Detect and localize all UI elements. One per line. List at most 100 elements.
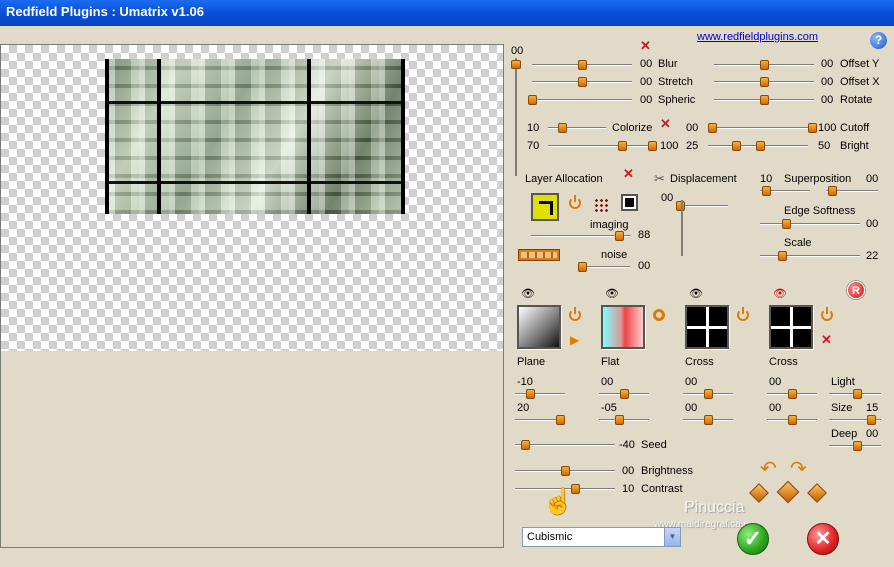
- layer-value: 00: [685, 402, 698, 414]
- rotate-label: Rotate: [840, 94, 873, 106]
- layer-name: Flat: [601, 356, 620, 368]
- layer-value: -05: [601, 402, 617, 414]
- deep-slider[interactable]: [829, 441, 881, 451]
- blur-slider[interactable]: [532, 60, 632, 70]
- cutoff-max-value: 100: [818, 122, 837, 134]
- brightness-label: Brightness: [641, 465, 693, 477]
- layer-reset-icon[interactable]: ✕: [623, 167, 634, 180]
- cross2-reset-icon[interactable]: ✕: [821, 333, 832, 346]
- layer-value: 00: [769, 376, 782, 388]
- dots-grid-icon[interactable]: [594, 198, 608, 212]
- stretch-slider[interactable]: [532, 77, 632, 87]
- preset-value: Cubismic: [527, 531, 573, 543]
- superposition-max-value: 00: [866, 173, 879, 185]
- rotate-value: 00: [821, 94, 834, 106]
- noise-slider[interactable]: [578, 262, 630, 272]
- stretch-label: Stretch: [658, 76, 693, 88]
- offsetx-value: 00: [821, 76, 834, 88]
- offsety-label: Offset Y: [840, 58, 880, 70]
- colorize-range-slider[interactable]: [548, 141, 657, 151]
- layer-value: 00: [769, 402, 782, 414]
- cross-swatch-1[interactable]: [685, 305, 729, 349]
- offsety-slider[interactable]: [714, 60, 814, 70]
- superposition-slider-a[interactable]: [760, 186, 810, 196]
- rotate-icon[interactable]: [569, 307, 581, 321]
- bright-slider[interactable]: [708, 141, 808, 151]
- cancel-button[interactable]: ✕: [807, 523, 839, 555]
- edge-softness-slider[interactable]: [760, 219, 860, 229]
- help-icon[interactable]: ?: [870, 32, 887, 49]
- displacement-v-slider[interactable]: [677, 200, 687, 256]
- brightness-slider[interactable]: [515, 466, 615, 476]
- reset-x-icon[interactable]: ✕: [640, 39, 651, 52]
- window-title: Redfield Plugins : Umatrix v1.06: [6, 4, 204, 19]
- colorize-slider[interactable]: [548, 123, 606, 133]
- layer-slider[interactable]: [767, 389, 817, 399]
- seed-slider[interactable]: [515, 440, 615, 450]
- layer-allocation-swatch[interactable]: [531, 193, 559, 221]
- eye-off-icon[interactable]: 👁: [773, 287, 787, 300]
- layer-slider[interactable]: [683, 389, 733, 399]
- title-bar: Redfield Plugins : Umatrix v1.06: [0, 0, 894, 26]
- bright-min-value: 25: [686, 140, 699, 152]
- ok-button[interactable]: ✓: [737, 523, 769, 555]
- scale-label: Scale: [784, 237, 812, 249]
- target-icon[interactable]: [653, 309, 665, 321]
- eye-icon[interactable]: 👁: [689, 287, 703, 300]
- cross2-power-icon[interactable]: [821, 307, 833, 321]
- rotate-slider[interactable]: [714, 95, 814, 105]
- scissors-icon[interactable]: ✂: [654, 171, 665, 187]
- layer-power-icon[interactable]: [569, 195, 581, 209]
- cutoff-slider[interactable]: [708, 123, 817, 133]
- layer-value: 00: [601, 376, 614, 388]
- edge-softness-label: Edge Softness: [784, 205, 856, 217]
- size-value: 15: [866, 402, 879, 414]
- imaging-value: 88: [638, 229, 651, 241]
- preview-image: [105, 59, 405, 214]
- dice-icon[interactable]: [807, 483, 827, 503]
- layer-slider[interactable]: [683, 415, 733, 425]
- vertical-slider[interactable]: [511, 58, 521, 176]
- light-slider[interactable]: [829, 389, 881, 399]
- eye-icon[interactable]: 👁: [605, 287, 619, 300]
- layer-slider[interactable]: [515, 389, 565, 399]
- offsetx-label: Offset X: [840, 76, 880, 88]
- spheric-slider[interactable]: [528, 95, 632, 105]
- preview-pane[interactable]: [0, 44, 504, 548]
- deep-label: Deep: [831, 428, 858, 440]
- plane-swatch[interactable]: [517, 305, 561, 349]
- chevron-down-icon[interactable]: ▼: [664, 528, 680, 546]
- flat-swatch[interactable]: [601, 305, 645, 349]
- imaging-slider[interactable]: [531, 231, 631, 241]
- colorize-reset-icon[interactable]: ✕: [660, 117, 671, 130]
- scale-slider[interactable]: [760, 251, 860, 261]
- redo-arrow-icon[interactable]: ↷: [790, 456, 807, 481]
- layer-slider[interactable]: [515, 415, 565, 425]
- displacement-label: Displacement: [670, 173, 737, 185]
- offsetx-slider[interactable]: [714, 77, 814, 87]
- spheric-value: 00: [640, 94, 653, 106]
- cross-swatch-2[interactable]: [769, 305, 813, 349]
- redfield-link[interactable]: www.redfieldplugins.com: [697, 31, 818, 43]
- dice-icon[interactable]: [776, 480, 800, 504]
- dice-icon[interactable]: [749, 483, 769, 503]
- vertical-value: 00: [511, 45, 524, 57]
- noise-value: 00: [638, 260, 651, 272]
- noise-bar-icon[interactable]: [518, 249, 560, 261]
- layer-slider[interactable]: [599, 415, 649, 425]
- play-icon[interactable]: ▶: [570, 333, 579, 347]
- eye-icon[interactable]: 👁: [521, 287, 535, 300]
- r-reset-button[interactable]: R: [847, 281, 865, 299]
- black-square-icon[interactable]: [621, 194, 638, 211]
- blur-label: Blur: [658, 58, 678, 70]
- colorize-max-value: 100: [660, 140, 679, 152]
- cross1-power-icon[interactable]: [737, 307, 749, 321]
- spheric-label: Spheric: [658, 94, 696, 106]
- cutoff-min-value: 00: [686, 122, 699, 134]
- undo-arrow-icon[interactable]: ↶: [760, 456, 777, 481]
- size-slider[interactable]: [829, 415, 881, 425]
- layer-slider[interactable]: [767, 415, 817, 425]
- preset-select[interactable]: Cubismic ▼: [522, 527, 681, 547]
- superposition-slider-b[interactable]: [826, 186, 878, 196]
- layer-slider[interactable]: [599, 389, 649, 399]
